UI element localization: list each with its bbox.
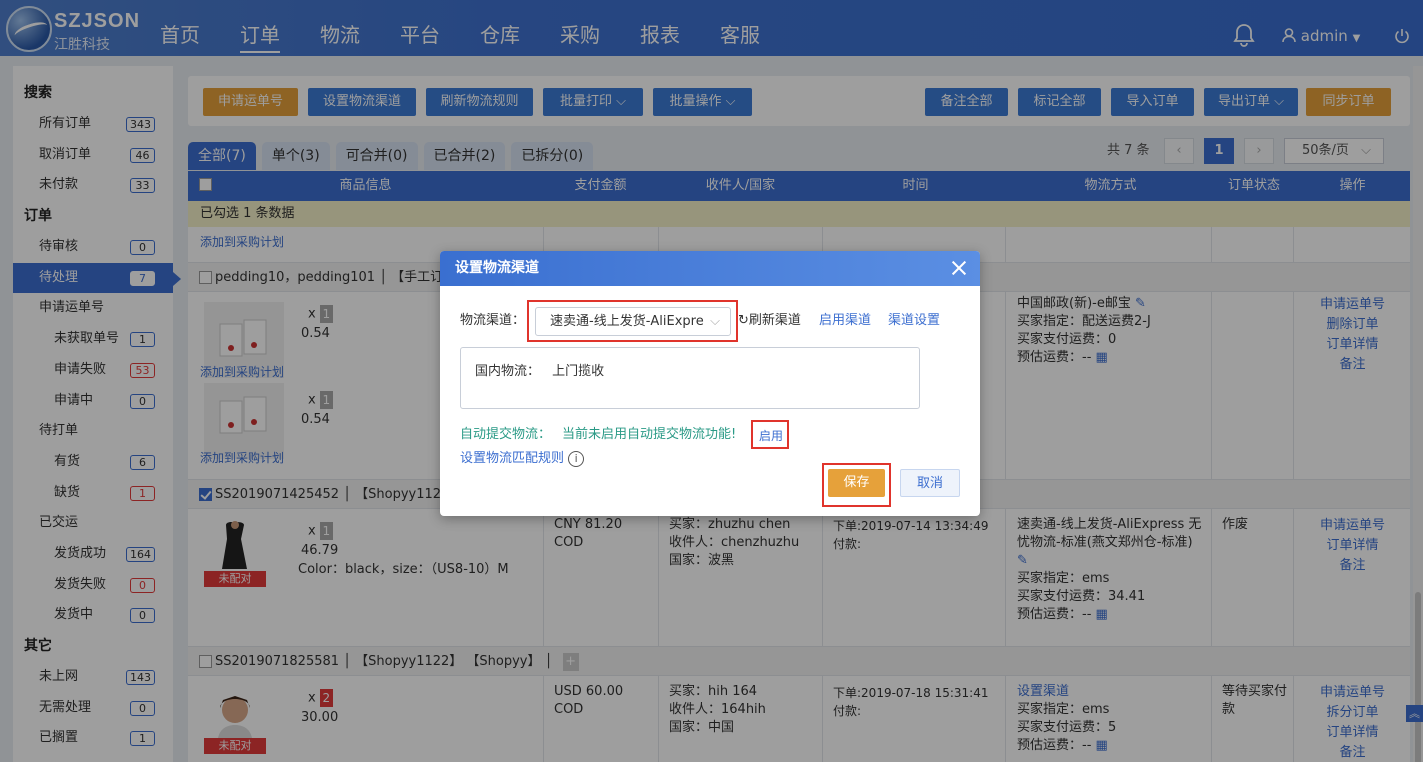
refresh-channel-button[interactable]: ↻刷新渠道 [738, 312, 801, 330]
chevron-down-icon: ⌵ [710, 314, 720, 329]
save-button[interactable]: 保存 [828, 469, 885, 497]
auto-submit-status: 当前未启用自动提交物流功能! [562, 427, 737, 442]
dialog-title: 设置物流渠道 [440, 251, 980, 286]
domestic-label: 国内物流： [475, 364, 541, 379]
channel-label: 物流渠道： [460, 313, 526, 328]
info-icon: i [568, 451, 585, 467]
channel-select[interactable]: 速卖通-线上发货-AliExpre ⌵ [535, 307, 731, 336]
cancel-button[interactable]: 取消 [900, 469, 960, 497]
set-channel-dialog: 设置物流渠道 物流渠道： 速卖通-线上发货-AliExpre ⌵ ↻刷新渠道 启… [440, 251, 980, 516]
refresh-icon: ↻ [738, 313, 749, 328]
enable-channel-link[interactable]: 启用渠道 [819, 312, 871, 330]
auto-submit-label: 自动提交物流： [460, 427, 552, 442]
close-icon[interactable] [950, 259, 968, 277]
domestic-logistics-box: 国内物流： 上门揽收 [460, 347, 920, 409]
domestic-value: 上门揽收 [552, 364, 605, 379]
match-rules-link[interactable]: 设置物流匹配规则 i [460, 450, 585, 468]
channel-settings-link[interactable]: 渠道设置 [888, 312, 940, 330]
enable-auto-submit-link[interactable]: 启用 [759, 427, 783, 445]
